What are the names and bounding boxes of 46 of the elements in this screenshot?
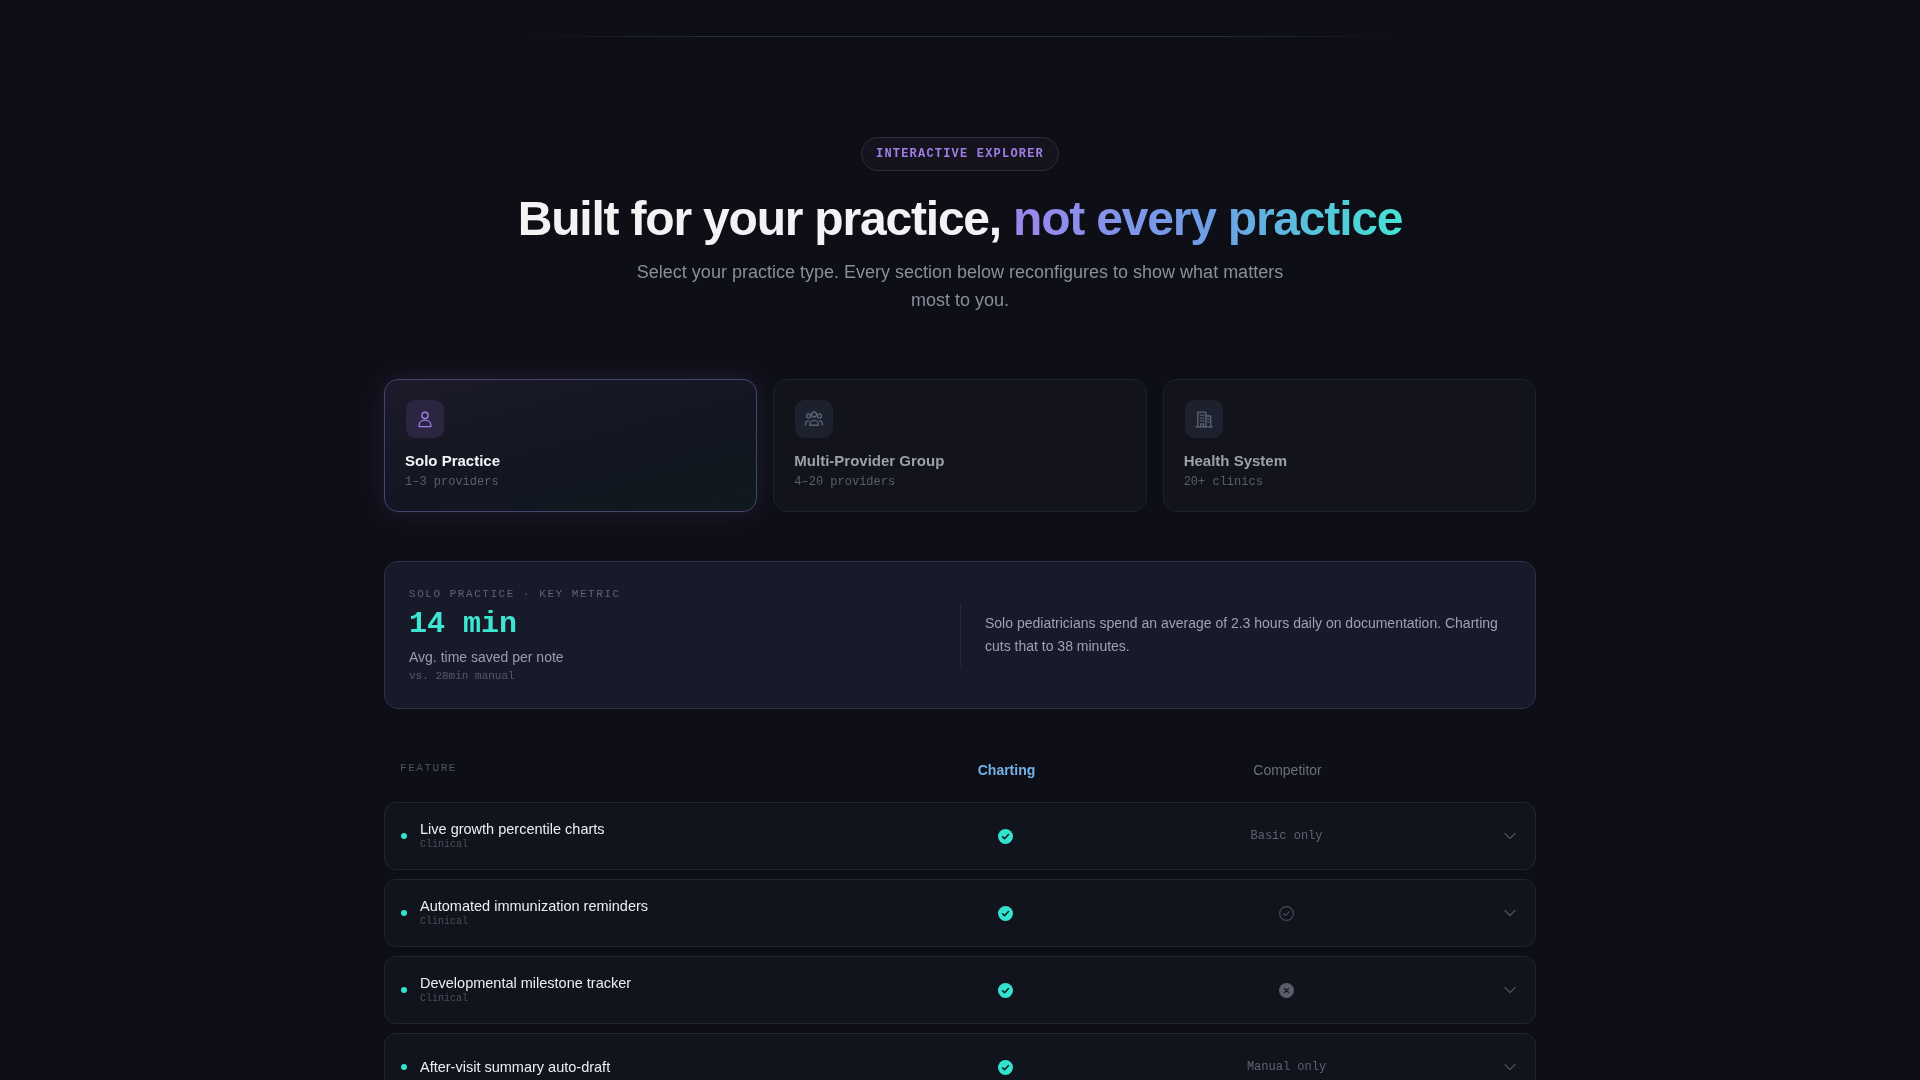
- metric-comparison: vs. 28min manual: [409, 669, 515, 684]
- dot-icon: [401, 987, 407, 993]
- feature-name: Live growth percentile charts: [420, 820, 605, 838]
- feature-row[interactable]: Automated immunization reminders Clinical: [384, 879, 1536, 947]
- dot-icon: [401, 910, 407, 916]
- column-header: Charting: [977, 760, 1036, 780]
- check-circle-icon: [998, 982, 1013, 998]
- page-heading: Built for your practice, not every practice: [517, 191, 1403, 247]
- feature-row[interactable]: Developmental milestone tracker Clinical: [384, 956, 1536, 1024]
- x-circle-icon: [1279, 982, 1294, 998]
- metric-caption: Avg. time saved per note: [409, 648, 564, 667]
- building-icon: [1183, 400, 1224, 438]
- competitor-note: Basic only: [1250, 828, 1323, 845]
- practice-type-card[interactable]: Multi-Provider Group 4–20 providers: [773, 379, 1147, 512]
- metric-description: Solo pediatricians spend an average of 2.3 hours daily on documentation. Charting cuts that to 38 minutes.: [985, 614, 1499, 656]
- practice-type-title: Multi-Provider Group: [794, 451, 945, 471]
- dot-icon: [401, 833, 407, 839]
- feature-category: Clinical: [420, 838, 468, 852]
- feature-row[interactable]: Live growth percentile charts Clinical Basic only: [384, 802, 1536, 870]
- feature-name: Automated immunization reminders: [420, 897, 649, 915]
- practice-type-detail: 20+ clinics: [1183, 474, 1263, 491]
- feature-name: Developmental milestone tracker: [420, 974, 632, 992]
- column-header: FEATURE: [400, 760, 457, 776]
- check-circle-icon: [998, 905, 1013, 921]
- practice-type-detail: 1–3 providers: [405, 474, 499, 491]
- feature-row[interactable]: After-visit summary auto-draft Manual only: [384, 1033, 1536, 1080]
- metric-value: 14 min: [409, 606, 518, 642]
- practice-type-title: Solo Practice: [405, 451, 501, 471]
- practice-type-detail: 4–20 providers: [794, 474, 896, 491]
- metric-label: SOLO PRACTICE · KEY METRIC: [409, 587, 621, 602]
- feature-category: Clinical: [420, 992, 468, 1006]
- check-circle-icon: [998, 1059, 1013, 1075]
- feature-name: After-visit summary auto-draft: [420, 1058, 611, 1076]
- competitor-note: Manual only: [1246, 1059, 1327, 1076]
- dot-icon: [401, 1064, 407, 1070]
- person-icon: [405, 400, 445, 438]
- check-circle-icon: [998, 828, 1013, 844]
- group-icon: [794, 400, 835, 438]
- practice-type-title: Health System: [1183, 451, 1288, 471]
- feature-category: Clinical: [420, 915, 468, 929]
- column-header: Competitor: [1253, 760, 1322, 780]
- outlined-check-icon: [1279, 905, 1294, 921]
- section-tag: INTERACTIVE EXPLORER: [861, 137, 1059, 171]
- practice-type-card[interactable]: Solo Practice 1–3 providers: [384, 379, 758, 512]
- page-subtitle: Select your practice type. Every section below reconfigures to show what matters most to you.: [635, 261, 1285, 312]
- practice-type-card[interactable]: Health System 20+ clinics: [1162, 379, 1536, 512]
